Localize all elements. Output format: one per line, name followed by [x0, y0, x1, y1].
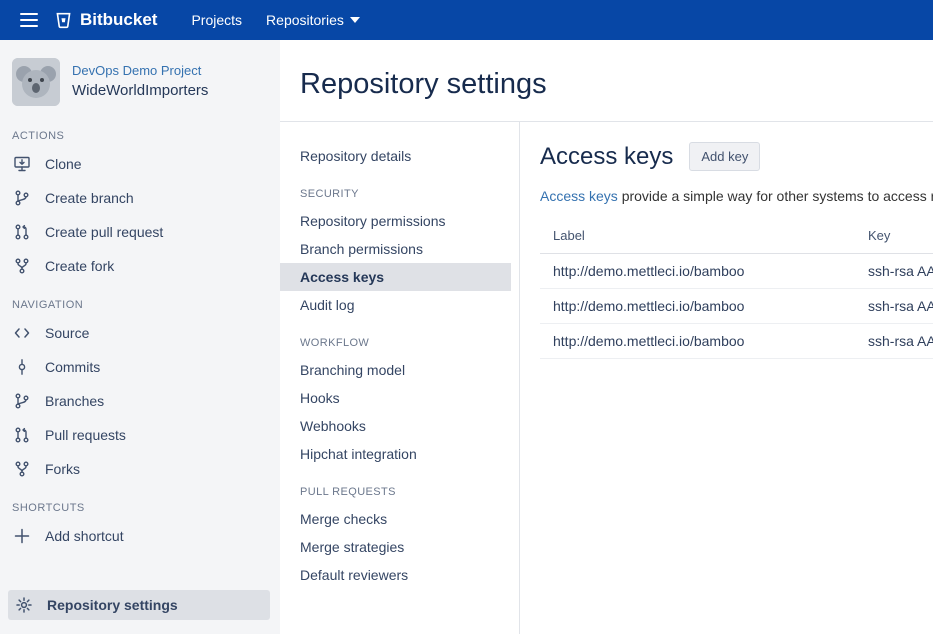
settings-nav: Repository details SECURITY Repository p… [280, 122, 520, 634]
table-row: http://demo.mettleci.io/bamboo ssh-rsa A… [540, 324, 933, 359]
top-navbar: Bitbucket Projects Repositories [0, 0, 933, 40]
top-nav-menu: Projects Repositories [179, 6, 371, 34]
key-label-cell: http://demo.mettleci.io/bamboo [540, 324, 855, 359]
access-keys-description: Access keys provide a simple way for oth… [540, 188, 933, 204]
brand-text: Bitbucket [80, 10, 157, 30]
settings-group-pull-requests: PULL REQUESTS [280, 468, 511, 505]
column-header-label: Label [540, 218, 855, 254]
settings-group-security: SECURITY [280, 170, 511, 207]
sidebar-item-forks[interactable]: Forks [0, 452, 280, 486]
sidebar-item-create-pull-request[interactable]: Create pull request [0, 215, 280, 249]
access-keys-doc-link[interactable]: Access keys [540, 188, 618, 204]
repo-avatar[interactable] [12, 58, 60, 106]
project-link[interactable]: DevOps Demo Project [72, 62, 208, 80]
access-keys-table: Label Key http://demo.mettleci.io/bamboo… [540, 218, 933, 359]
pull-request-icon [12, 223, 32, 241]
access-keys-heading: Access keys [540, 143, 673, 171]
settings-nav-branching-model[interactable]: Branching model [280, 356, 511, 384]
sidebar-item-clone[interactable]: Clone [0, 147, 280, 181]
settings-nav-branch-permissions[interactable]: Branch permissions [280, 235, 511, 263]
column-header-key: Key [855, 218, 933, 254]
sidebar-item-label: Clone [45, 156, 82, 172]
nav-repositories[interactable]: Repositories [254, 6, 372, 34]
chevron-down-icon [350, 17, 360, 23]
sidebar-item-label: Repository settings [47, 597, 178, 613]
page-header: Repository settings [280, 40, 933, 122]
sidebar-item-label: Forks [45, 461, 80, 477]
table-row: http://demo.mettleci.io/bamboo ssh-rsa A… [540, 254, 933, 289]
key-label-cell: http://demo.mettleci.io/bamboo [540, 289, 855, 324]
access-keys-panel: Access keys Add key Access keys provide … [520, 122, 933, 634]
sidebar-item-label: Create branch [45, 190, 134, 206]
sidebar-item-label: Commits [45, 359, 100, 375]
section-title-shortcuts: SHORTCUTS [0, 486, 280, 519]
commits-icon [12, 358, 32, 376]
bucket-icon [54, 11, 73, 30]
settings-nav-hooks[interactable]: Hooks [280, 384, 511, 412]
section-title-navigation: NAVIGATION [0, 283, 280, 316]
nav-projects-label: Projects [191, 12, 242, 28]
nav-repositories-label: Repositories [266, 12, 344, 28]
pull-requests-icon [12, 426, 32, 444]
source-icon [12, 324, 32, 342]
access-keys-description-text: provide a simple way for other systems t… [618, 188, 933, 204]
repository-name: WideWorldImporters [72, 82, 208, 99]
settings-group-workflow: WORKFLOW [280, 319, 511, 356]
table-row: http://demo.mettleci.io/bamboo ssh-rsa A… [540, 289, 933, 324]
gear-icon [14, 596, 34, 614]
settings-nav-access-keys[interactable]: Access keys [280, 263, 511, 291]
section-title-actions: ACTIONS [0, 114, 280, 147]
settings-nav-audit-log[interactable]: Audit log [280, 291, 511, 319]
nav-projects[interactable]: Projects [179, 6, 254, 34]
key-value-cell: ssh-rsa AA [855, 324, 933, 359]
sidebar-item-label: Source [45, 325, 89, 341]
hamburger-menu-icon[interactable] [14, 5, 44, 35]
plus-icon [12, 527, 32, 545]
key-value-cell: ssh-rsa AA [855, 289, 933, 324]
repository-sidebar: DevOps Demo Project WideWorldImporters A… [0, 40, 280, 634]
branches-icon [12, 392, 32, 410]
forks-icon [12, 460, 32, 478]
repo-titles: DevOps Demo Project WideWorldImporters [72, 62, 208, 103]
app-window: Bitbucket Projects Repositories [0, 0, 933, 634]
repo-header: DevOps Demo Project WideWorldImporters [0, 54, 280, 114]
settings-nav-repository-permissions[interactable]: Repository permissions [280, 207, 511, 235]
settings-nav-default-reviewers[interactable]: Default reviewers [280, 561, 511, 589]
add-key-button[interactable]: Add key [689, 142, 760, 171]
branch-icon [12, 189, 32, 207]
sidebar-item-label: Create fork [45, 258, 114, 274]
settings-nav-hipchat-integration[interactable]: Hipchat integration [280, 440, 511, 468]
sidebar-item-create-branch[interactable]: Create branch [0, 181, 280, 215]
bitbucket-logo[interactable]: Bitbucket [54, 10, 157, 30]
fork-icon [12, 257, 32, 275]
main-area: Repository settings Repository details S… [280, 40, 933, 634]
sidebar-item-label: Pull requests [45, 427, 126, 443]
key-label-cell: http://demo.mettleci.io/bamboo [540, 254, 855, 289]
sidebar-item-create-fork[interactable]: Create fork [0, 249, 280, 283]
sidebar-item-label: Branches [45, 393, 104, 409]
settings-nav-merge-strategies[interactable]: Merge strategies [280, 533, 511, 561]
sidebar-item-add-shortcut[interactable]: Add shortcut [0, 519, 280, 553]
page-title: Repository settings [300, 68, 933, 101]
clone-icon [12, 155, 32, 173]
settings-nav-webhooks[interactable]: Webhooks [280, 412, 511, 440]
sidebar-item-label: Add shortcut [45, 528, 124, 544]
settings-nav-merge-checks[interactable]: Merge checks [280, 505, 511, 533]
sidebar-item-label: Create pull request [45, 224, 163, 240]
sidebar-item-repository-settings[interactable]: Repository settings [8, 590, 270, 620]
sidebar-item-source[interactable]: Source [0, 316, 280, 350]
key-value-cell: ssh-rsa AA [855, 254, 933, 289]
sidebar-item-branches[interactable]: Branches [0, 384, 280, 418]
settings-nav-repository-details[interactable]: Repository details [280, 142, 511, 170]
sidebar-item-commits[interactable]: Commits [0, 350, 280, 384]
sidebar-item-pull-requests[interactable]: Pull requests [0, 418, 280, 452]
